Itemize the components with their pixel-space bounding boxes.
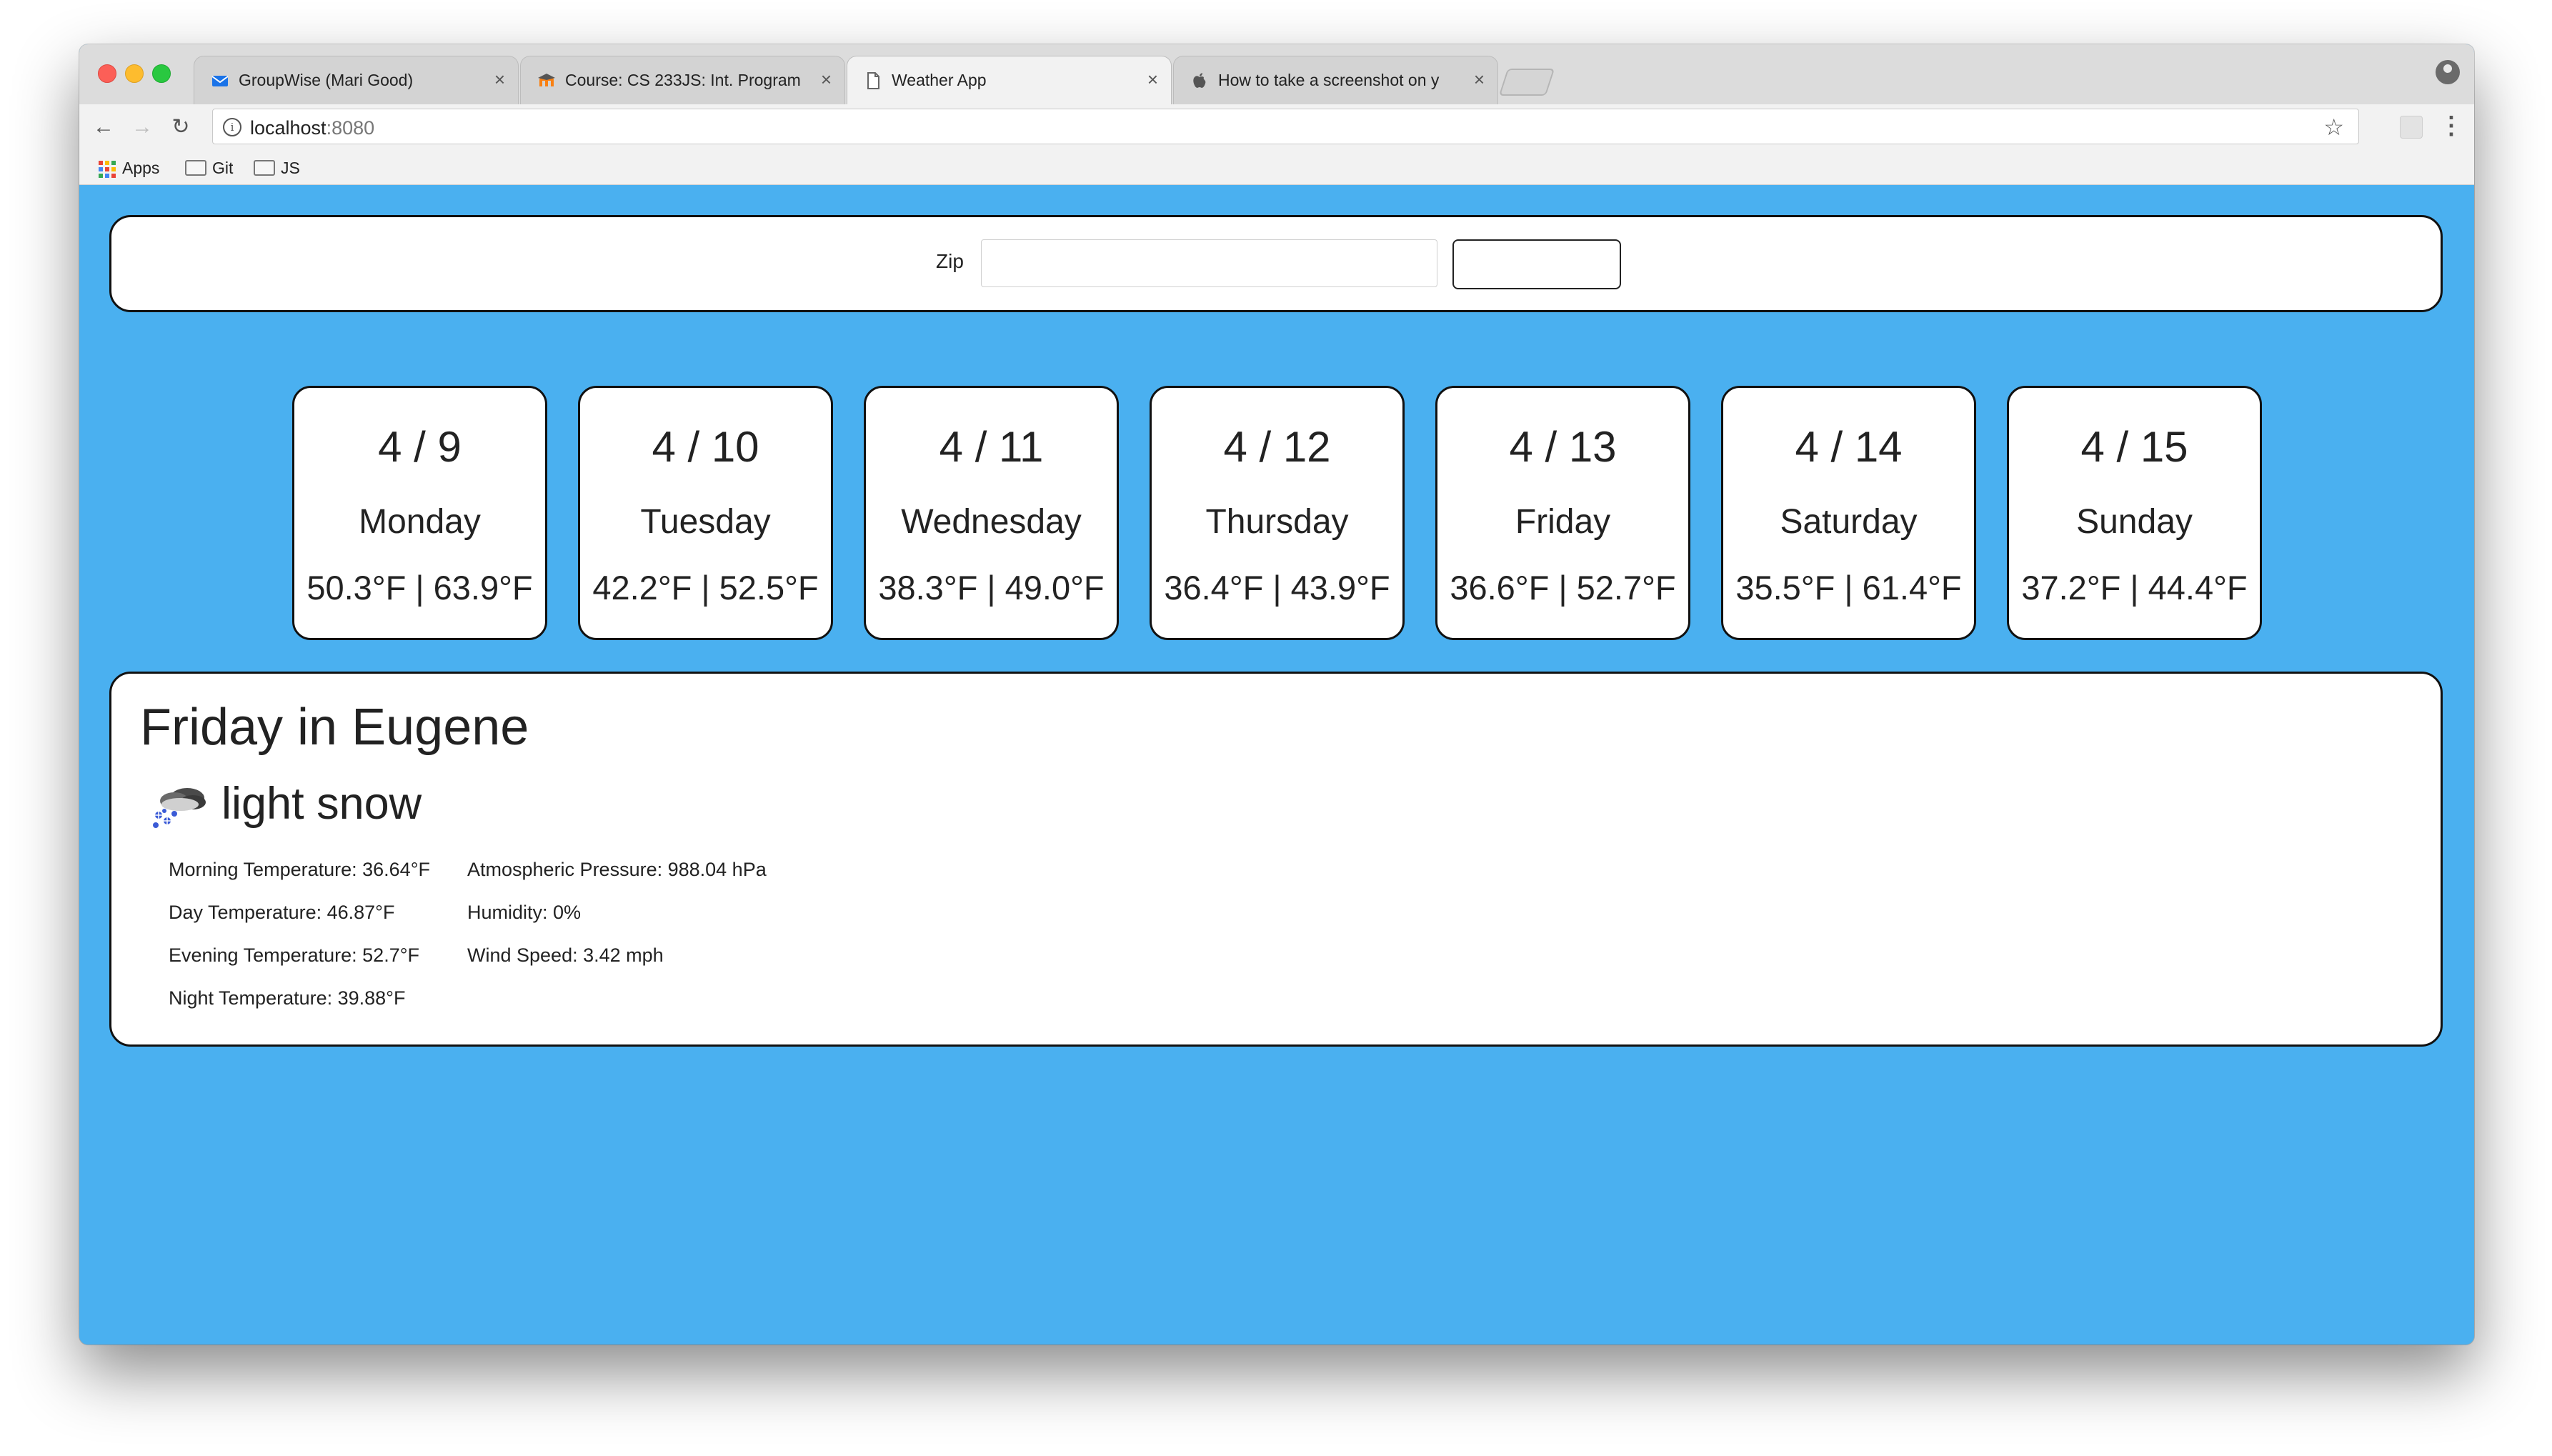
- new-tab-button[interactable]: [1498, 69, 1555, 96]
- forecast-card-thursday[interactable]: 4 / 12 Thursday 36.4°F | 43.9°F: [1150, 386, 1405, 640]
- zip-label: Zip: [936, 250, 964, 272]
- forecast-day: Monday: [359, 503, 481, 541]
- weather-app-page: Zip 4 / 9 Monday 50.3°F | 63.9°F 4 / 10 …: [79, 185, 2474, 1345]
- day-detail-panel: Friday in Eugene light snow Morning Temp…: [109, 672, 2443, 1047]
- bookmark-js[interactable]: JS: [254, 157, 300, 179]
- forecast-temps: 37.2°F | 44.4°F: [2021, 569, 2248, 607]
- zip-form: Zip: [109, 215, 2443, 312]
- browser-window: GroupWise (Mari Good) × Course: CS 233JS…: [79, 44, 2474, 1345]
- forecast-temps: 38.3°F | 49.0°F: [878, 569, 1105, 607]
- wind-speed: Wind Speed: 3.42 mph: [467, 944, 664, 966]
- forecast-day: Sunday: [2076, 503, 2193, 541]
- forecast-temps: 50.3°F | 63.9°F: [306, 569, 533, 607]
- night-temperature: Night Temperature: 39.88°F: [169, 987, 406, 1009]
- extension-icon[interactable]: [2400, 116, 2423, 139]
- tab-strip: GroupWise (Mari Good) × Course: CS 233JS…: [79, 44, 2474, 106]
- forecast-day: Tuesday: [640, 503, 771, 541]
- forecast-date: 4 / 13: [1509, 423, 1617, 471]
- forecast-card-wednesday[interactable]: 4 / 11 Wednesday 38.3°F | 49.0°F: [864, 386, 1119, 640]
- bookmark-apps[interactable]: Apps: [98, 157, 159, 179]
- bookmarks-bar: Apps Git JS: [79, 150, 2474, 185]
- tab-label: How to take a screenshot on y: [1218, 71, 1440, 89]
- atmospheric-pressure: Atmospheric Pressure: 988.04 hPa: [467, 859, 767, 880]
- snow-cloud-icon: [153, 788, 206, 828]
- tab-groupwise[interactable]: GroupWise (Mari Good) ×: [194, 56, 519, 104]
- humidity: Humidity: 0%: [467, 902, 582, 923]
- forecast-date: 4 / 14: [1795, 423, 1903, 471]
- forecast-date: 4 / 11: [939, 423, 1044, 471]
- forecast-temps: 42.2°F | 52.5°F: [592, 569, 819, 607]
- detail-title: Friday in Eugene: [140, 699, 529, 756]
- tab-label: Course: CS 233JS: Int. Program: [565, 71, 801, 89]
- forecast-day: Saturday: [1780, 503, 1918, 541]
- forecast-temps: 36.6°F | 52.7°F: [1450, 569, 1676, 607]
- apps-grid-icon: [99, 160, 116, 178]
- tab-label: GroupWise (Mari Good): [239, 71, 414, 89]
- moodle-icon: [538, 74, 555, 86]
- atmosphere-stats: Atmospheric Pressure: 988.04 hPa Humidit…: [467, 848, 767, 977]
- tab-close-icon[interactable]: ×: [1147, 68, 1158, 91]
- tab-weather-app[interactable]: Weather App ×: [847, 56, 1172, 106]
- forecast-temps: 36.4°F | 43.9°F: [1164, 569, 1390, 607]
- morning-temperature: Morning Temperature: 36.64°F: [169, 859, 430, 880]
- forecast-day: Friday: [1515, 503, 1611, 541]
- folder-icon: [185, 159, 206, 176]
- tab-close-icon[interactable]: ×: [821, 68, 832, 91]
- address-bar[interactable]: i localhost:8080 ☆: [212, 109, 2359, 144]
- condition-text: light snow: [221, 779, 422, 829]
- tab-close-icon[interactable]: ×: [494, 68, 505, 91]
- tab-screenshot-howto[interactable]: How to take a screenshot on y ×: [1173, 56, 1498, 104]
- zoom-window-button[interactable]: [152, 64, 171, 83]
- back-arrow-icon[interactable]: ←: [91, 114, 116, 140]
- forecast-date: 4 / 9: [378, 423, 462, 471]
- tab-course[interactable]: Course: CS 233JS: Int. Program ×: [520, 56, 845, 104]
- forecast-day: Thursday: [1205, 503, 1349, 541]
- day-temperature: Day Temperature: 46.87°F: [169, 902, 395, 923]
- forecast-day: Wednesday: [901, 503, 1082, 541]
- evening-temperature: Evening Temperature: 52.7°F: [169, 944, 419, 966]
- zip-submit-button[interactable]: [1452, 239, 1621, 289]
- forward-arrow-icon[interactable]: →: [129, 114, 155, 140]
- forecast-date: 4 / 12: [1223, 423, 1331, 471]
- forecast-card-sunday[interactable]: 4 / 15 Sunday 37.2°F | 44.4°F: [2007, 386, 2262, 640]
- browser-toolbar: ← → ↻ i localhost:8080 ☆ ⋮: [79, 104, 2474, 150]
- forecast-card-monday[interactable]: 4 / 9 Monday 50.3°F | 63.9°F: [292, 386, 547, 640]
- apple-icon: [1193, 73, 1206, 88]
- document-icon: [867, 72, 879, 89]
- url-port: :8080: [326, 117, 375, 139]
- tab-close-icon[interactable]: ×: [1474, 68, 1485, 91]
- info-icon[interactable]: i: [223, 118, 241, 136]
- forecast-temps: 35.5°F | 61.4°F: [1735, 569, 1962, 607]
- bookmark-star-icon[interactable]: ☆: [2323, 114, 2344, 141]
- forecast-date: 4 / 15: [2080, 423, 2188, 471]
- menu-dots-icon[interactable]: ⋮: [2439, 111, 2463, 140]
- temperature-stats: Morning Temperature: 36.64°F Day Tempera…: [169, 848, 430, 1019]
- minimize-window-button[interactable]: [125, 64, 144, 83]
- forecast-card-friday[interactable]: 4 / 13 Friday 36.6°F | 52.7°F: [1435, 386, 1690, 640]
- bookmark-git[interactable]: Git: [185, 157, 233, 179]
- zip-input[interactable]: [981, 239, 1437, 287]
- bookmark-label: Git: [212, 159, 234, 177]
- tab-label: Weather App: [892, 71, 987, 89]
- url-text: localhost:8080: [250, 117, 374, 139]
- forecast-card-saturday[interactable]: 4 / 14 Saturday 35.5°F | 61.4°F: [1721, 386, 1976, 640]
- bookmark-label: Apps: [122, 159, 160, 177]
- profile-icon[interactable]: [2436, 60, 2460, 84]
- mail-icon: [211, 76, 229, 86]
- folder-icon: [254, 159, 275, 176]
- url-host: localhost: [250, 117, 327, 139]
- forecast-card-tuesday[interactable]: 4 / 10 Tuesday 42.2°F | 52.5°F: [578, 386, 833, 640]
- bookmark-label: JS: [281, 159, 300, 177]
- reload-icon[interactable]: ↻: [168, 114, 194, 140]
- forecast-date: 4 / 10: [652, 423, 759, 471]
- close-window-button[interactable]: [98, 64, 116, 83]
